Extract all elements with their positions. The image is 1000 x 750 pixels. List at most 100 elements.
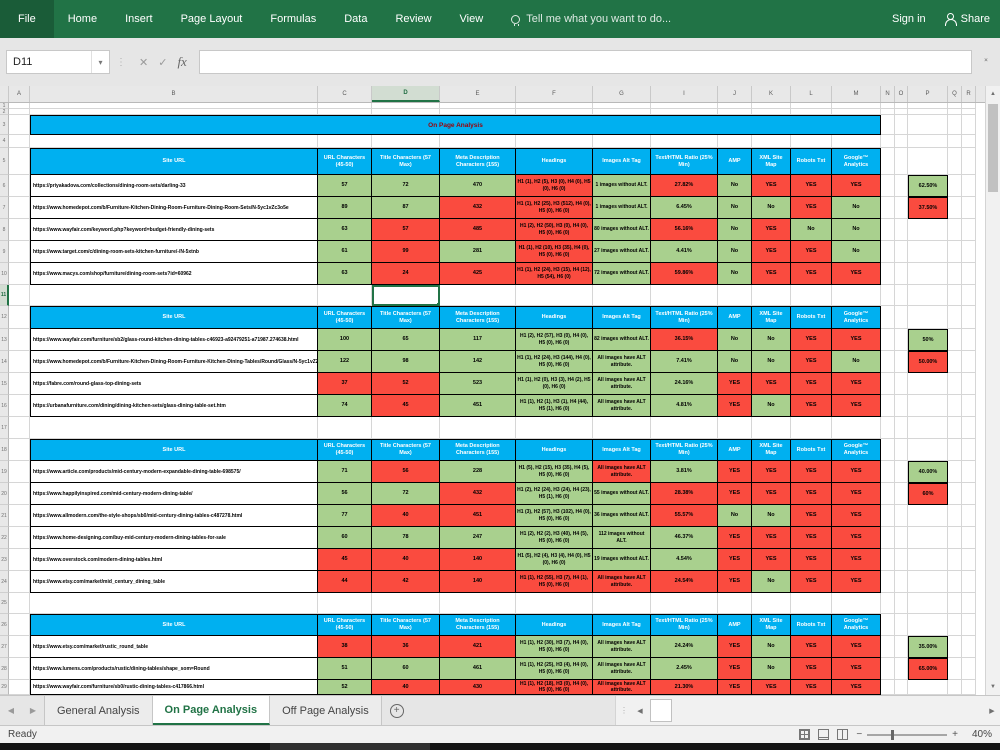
grid-cell[interactable]	[881, 219, 895, 241]
grid-cell[interactable]	[30, 593, 318, 614]
site-url-cell[interactable]: https://www.wayfair.com/keyword.php?keyw…	[30, 219, 318, 241]
metric-cell[interactable]: 485	[440, 219, 516, 241]
grid-cell[interactable]	[718, 135, 752, 148]
metric-cell[interactable]: 19 images without ALT.	[593, 549, 651, 571]
grid-cell[interactable]	[908, 593, 948, 614]
grid-cell[interactable]	[948, 658, 962, 680]
table-header-cell[interactable]: Site URL	[30, 148, 318, 175]
metric-cell[interactable]: YES	[832, 395, 881, 417]
sheet-nav-left-icon[interactable]: ◀	[0, 696, 22, 725]
grid-cell[interactable]	[948, 373, 962, 395]
metric-cell[interactable]: 40	[372, 549, 440, 571]
metric-cell[interactable]: YES	[832, 636, 881, 658]
table-header-cell[interactable]: Text/HTML Ratio (25% Min)	[651, 439, 718, 461]
site-url-cell[interactable]: https://www.wayfair.com/furniture/sb0/ru…	[30, 680, 318, 695]
grid-cell[interactable]	[881, 241, 895, 263]
metric-cell[interactable]: 61	[318, 241, 372, 263]
row-header-19[interactable]: 19	[0, 461, 9, 483]
grid-cell[interactable]	[30, 417, 318, 439]
metric-cell[interactable]: 432	[440, 197, 516, 219]
metric-cell[interactable]: No	[718, 505, 752, 527]
metric-cell[interactable]: 140	[440, 571, 516, 593]
grid-cell[interactable]	[962, 658, 976, 680]
table-header-cell[interactable]: Meta Description Characters (155)	[440, 148, 516, 175]
metric-cell[interactable]: 1 images without ALT.	[593, 175, 651, 197]
grid-cell[interactable]	[962, 197, 976, 219]
table-header-cell[interactable]: XML Site Map	[752, 306, 791, 329]
metric-cell[interactable]: 38	[318, 636, 372, 658]
metric-cell[interactable]: 72	[372, 483, 440, 505]
grid-cell[interactable]	[9, 241, 30, 263]
metric-cell[interactable]: 28.38%	[651, 483, 718, 505]
grid-cell[interactable]	[9, 461, 30, 483]
table-header-cell[interactable]: Text/HTML Ratio (25% Min)	[651, 148, 718, 175]
column-header-G[interactable]: G	[593, 86, 651, 102]
table-header-cell[interactable]: Images Alt Tag	[593, 148, 651, 175]
grid-cell[interactable]	[881, 680, 895, 695]
metric-cell[interactable]: 72	[372, 175, 440, 197]
metric-cell[interactable]: YES	[752, 549, 791, 571]
metric-cell[interactable]: 56.16%	[651, 219, 718, 241]
grid-cell[interactable]	[718, 285, 752, 306]
grid-cell[interactable]	[832, 593, 881, 614]
metric-cell[interactable]: YES	[718, 636, 752, 658]
grid-cell[interactable]	[895, 329, 908, 351]
grid-cell[interactable]	[908, 571, 948, 593]
grid-cell[interactable]	[948, 571, 962, 593]
grid-cell[interactable]	[9, 351, 30, 373]
zoom-slider[interactable]: − +	[856, 729, 958, 740]
metric-cell[interactable]: 52	[318, 680, 372, 695]
grid-cell[interactable]	[948, 135, 962, 148]
grid-cell[interactable]	[791, 135, 832, 148]
metric-cell[interactable]: 228	[440, 461, 516, 483]
grid-cell[interactable]	[9, 329, 30, 351]
sheet-tab-off-page-analysis[interactable]: Off Page Analysis	[270, 696, 382, 725]
table-header-cell[interactable]: URL Characters (45-50)	[318, 306, 372, 329]
metric-cell[interactable]: 60	[372, 658, 440, 680]
grid-cell[interactable]	[440, 135, 516, 148]
grid-cell[interactable]	[9, 571, 30, 593]
scroll-down-icon[interactable]: ▼	[986, 679, 1000, 695]
grid-cell[interactable]	[948, 636, 962, 658]
metric-cell[interactable]: YES	[832, 329, 881, 351]
metric-cell[interactable]: 425	[440, 263, 516, 285]
table-header-cell[interactable]: Headings	[516, 439, 593, 461]
grid-cell[interactable]	[718, 593, 752, 614]
grid-cell[interactable]	[895, 175, 908, 197]
name-box[interactable]: D11 ▾	[6, 50, 110, 74]
grid-cell[interactable]	[881, 373, 895, 395]
metric-cell[interactable]: 45	[318, 549, 372, 571]
table-header-cell[interactable]: AMP	[718, 148, 752, 175]
metric-cell[interactable]: 77	[318, 505, 372, 527]
site-url-cell[interactable]: https://www.wayfair.com/furniture/sb2/gl…	[30, 329, 318, 351]
select-all-corner[interactable]	[0, 86, 9, 102]
site-url-cell[interactable]: https://www.overstock.com/modern-dining-…	[30, 549, 318, 571]
grid-cell[interactable]	[948, 285, 962, 306]
metric-cell[interactable]: 2.45%	[651, 658, 718, 680]
table-header-cell[interactable]: XML Site Map	[752, 614, 791, 636]
horizontal-scroll-track[interactable]	[648, 696, 984, 725]
horizontal-scrollbar[interactable]: ⋮ ◀ ▶	[615, 696, 1000, 725]
grid-cell[interactable]	[948, 241, 962, 263]
metric-cell[interactable]: All images have ALT attribute.	[593, 373, 651, 395]
grid-cell[interactable]	[752, 135, 791, 148]
metric-cell[interactable]: YES	[752, 175, 791, 197]
metric-cell[interactable]: 430	[440, 680, 516, 695]
ribbon-tab-review[interactable]: Review	[381, 0, 445, 38]
grid-cell[interactable]	[948, 527, 962, 549]
table-header-cell[interactable]: Images Alt Tag	[593, 306, 651, 329]
site-url-cell[interactable]: https://www.etsy.com/market/rustic_round…	[30, 636, 318, 658]
grid-cell[interactable]	[962, 373, 976, 395]
metric-cell[interactable]: H1 (1), H2 (24), H3 (144), H4 (0), H5 (0…	[516, 351, 593, 373]
metric-cell[interactable]: YES	[752, 680, 791, 695]
metric-cell[interactable]: 98	[372, 351, 440, 373]
row-header-18[interactable]: 18	[0, 439, 9, 461]
metric-cell[interactable]: 4.41%	[651, 241, 718, 263]
grid-cell[interactable]	[9, 306, 30, 329]
site-url-cell[interactable]: https://www.article.com/products/mid-cen…	[30, 461, 318, 483]
table-header-cell[interactable]: Title Characters (57 Max)	[372, 614, 440, 636]
ribbon-tab-formulas[interactable]: Formulas	[256, 0, 330, 38]
metric-cell[interactable]: YES	[791, 197, 832, 219]
grid-cell[interactable]	[962, 483, 976, 505]
metric-cell[interactable]: 142	[440, 351, 516, 373]
